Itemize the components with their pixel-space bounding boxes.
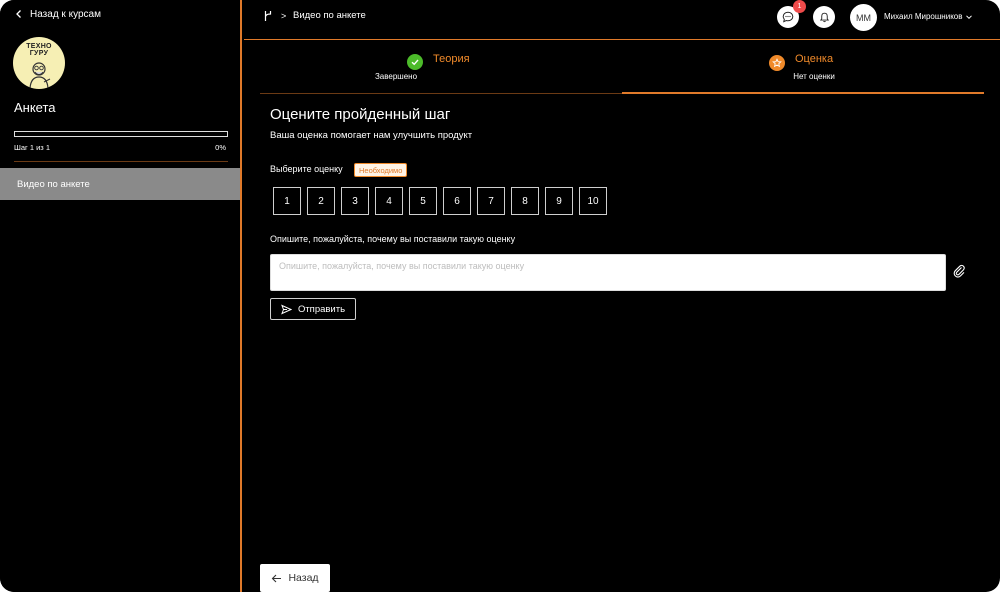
rating-scale-label: Выберите оценку xyxy=(270,164,343,174)
paperclip-icon[interactable] xyxy=(952,264,966,278)
notifications-button[interactable] xyxy=(813,6,835,28)
messages-badge: 1 xyxy=(793,0,806,13)
course-title: Анкета xyxy=(14,100,56,115)
app-window: Назад к курсам ТЕХНО ГУРУ Анкета Шаг 1 и… xyxy=(0,0,1000,592)
rating-option-1[interactable]: 1 xyxy=(273,187,301,215)
tab-theory-status: Завершено xyxy=(374,72,418,81)
logo-text-line2: ГУРУ xyxy=(29,50,49,57)
breadcrumb-separator: > xyxy=(281,11,287,21)
progress-percent-text: 0% xyxy=(215,143,226,152)
tab-rating-status: Нет оценки xyxy=(793,72,835,81)
rating-option-5[interactable]: 5 xyxy=(409,187,437,215)
rating-option-2[interactable]: 2 xyxy=(307,187,335,215)
tab-theory-title: Теория xyxy=(433,53,470,65)
page-title: Оцените пройденный шаг xyxy=(270,106,451,123)
course-logo: ТЕХНО ГУРУ xyxy=(13,37,65,89)
course-progress-bar xyxy=(14,131,228,137)
user-name: Михаил Мирошников xyxy=(884,12,963,21)
back-button-label: Назад xyxy=(288,572,319,584)
top-header: > Видео по анкете 1 ММ Михаил Мирошников xyxy=(244,0,1000,40)
chat-icon xyxy=(782,11,794,23)
progress-step-text: Шаг 1 из 1 xyxy=(14,143,51,152)
mascot-icon xyxy=(29,62,51,88)
send-button-label: Отправить xyxy=(297,303,346,315)
back-to-courses-label: Назад к курсам xyxy=(30,8,101,20)
rating-option-4[interactable]: 4 xyxy=(375,187,403,215)
back-button[interactable]: Назад xyxy=(260,564,330,592)
rating-option-9[interactable]: 9 xyxy=(545,187,573,215)
sidebar-item-video[interactable]: Видео по анкете xyxy=(0,168,240,200)
branch-icon xyxy=(264,11,272,21)
chevron-down-icon xyxy=(966,14,973,19)
page-subtitle: Ваша оценка помогает нам улучшить продук… xyxy=(270,130,473,141)
tab-theory[interactable]: Теория Завершено xyxy=(260,45,622,94)
send-icon xyxy=(281,304,292,314)
tab-rating[interactable]: Оценка Нет оценки xyxy=(622,45,984,94)
star-icon xyxy=(769,55,785,71)
rating-option-10[interactable]: 10 xyxy=(579,187,607,215)
user-avatar[interactable]: ММ xyxy=(850,4,877,31)
rating-option-7[interactable]: 7 xyxy=(477,187,505,215)
user-menu[interactable]: Михаил Мирошников xyxy=(884,12,973,21)
send-button[interactable]: Отправить xyxy=(270,298,356,320)
logo-text-line1: ТЕХНО xyxy=(26,43,52,50)
arrow-left-icon xyxy=(272,574,282,582)
comment-input[interactable] xyxy=(270,254,946,291)
tab-rating-title: Оценка xyxy=(795,53,834,65)
rating-option-3[interactable]: 3 xyxy=(341,187,369,215)
bell-icon xyxy=(819,12,829,22)
comment-label: Опишите, пожалуйста, почему вы поставили… xyxy=(270,234,516,244)
sidebar: Назад к курсам ТЕХНО ГУРУ Анкета Шаг 1 и… xyxy=(0,0,242,592)
rating-option-8[interactable]: 8 xyxy=(511,187,539,215)
required-badge: Необходимо xyxy=(354,163,408,177)
sidebar-divider xyxy=(14,161,228,162)
check-icon xyxy=(407,54,423,70)
back-to-courses-link[interactable]: Назад к курсам xyxy=(14,6,101,22)
chevron-left-icon xyxy=(16,10,21,18)
breadcrumb-current[interactable]: Видео по анкете xyxy=(293,10,366,21)
sidebar-item-label: Видео по анкете xyxy=(17,178,90,190)
rating-scale: 1 2 3 4 5 6 7 8 9 10 xyxy=(273,187,607,215)
rating-option-6[interactable]: 6 xyxy=(443,187,471,215)
